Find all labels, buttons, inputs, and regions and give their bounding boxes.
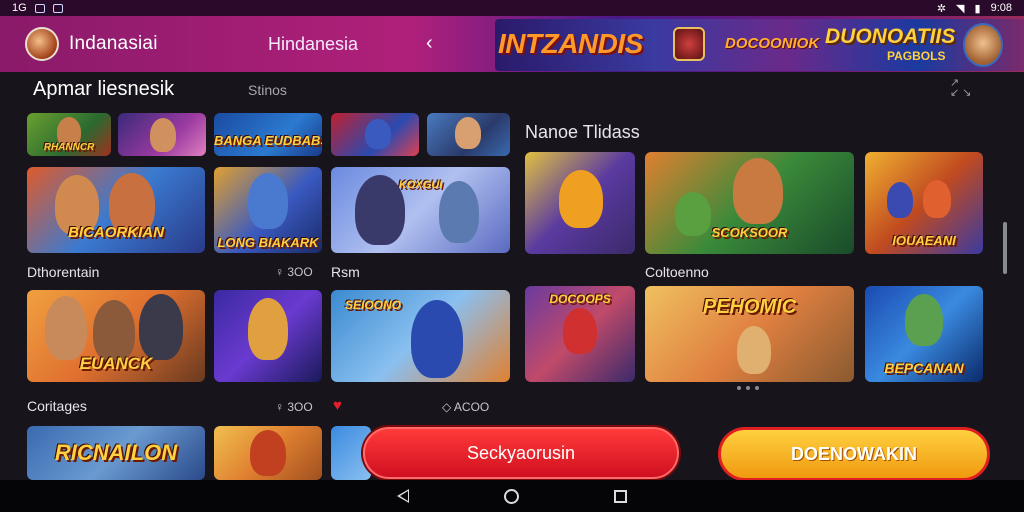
notification-icon	[34, 3, 45, 13]
character-figure	[248, 298, 288, 360]
chevron-left-icon[interactable]: ‹	[426, 32, 433, 55]
game-title: SCOKSOOR	[711, 225, 788, 240]
home-icon[interactable]	[504, 488, 519, 504]
game-tile[interactable]: EUANCK	[27, 290, 205, 382]
banner-title: INTZANDIS	[498, 28, 643, 59]
row-label: Coltoenno	[645, 264, 709, 280]
game-tile[interactable]: IOUAEANI	[865, 152, 983, 254]
banner-subtitle: DOCOONIOK	[725, 35, 820, 52]
status-bar: 1G ✲ ◥ ▮ 9:08	[0, 0, 1024, 16]
character-figure	[455, 117, 481, 149]
banner-right-subtitle: PAGBOLS	[887, 49, 946, 63]
download-button[interactable]: DOENOWAKIN	[718, 427, 990, 481]
back-icon[interactable]	[397, 489, 409, 503]
wifi-icon: ◥	[956, 2, 965, 15]
region-selector[interactable]: Hindanesia	[268, 34, 358, 55]
game-tile[interactable]	[525, 152, 635, 254]
game-tile[interactable]: KOXGUI	[331, 167, 510, 253]
avatar	[963, 23, 1003, 67]
character-figure	[905, 294, 943, 346]
row-meta: ♀ 3OO	[275, 265, 313, 279]
character-figure	[887, 182, 913, 218]
game-tile[interactable]	[331, 113, 419, 156]
banner-right-title: DUONOATIIS	[825, 25, 956, 48]
app-header: Indanasiai Hindanesia ‹ INTZANDIS DOCOON…	[0, 16, 1024, 72]
app-logo-icon[interactable]	[25, 27, 59, 61]
row-meta: ♀ 3OO	[275, 400, 313, 414]
settings-icon: ✲	[936, 2, 947, 15]
game-title: RICNAILON	[54, 440, 178, 465]
character-figure	[365, 119, 391, 149]
brand-name: Indanasiai	[69, 33, 158, 54]
game-tile[interactable]: LONG BIAKARK	[214, 167, 322, 253]
carousel-dots[interactable]	[737, 386, 759, 390]
character-figure	[248, 173, 288, 229]
game-title: BEPCANAN	[884, 360, 964, 376]
row-label: Coritages	[27, 398, 87, 414]
character-figure	[563, 308, 597, 354]
promo-banner[interactable]: INTZANDIS DOCOONIOK DUONOATIIS PAGBOLS	[495, 19, 1024, 71]
signal-text: 1G	[12, 2, 27, 14]
heart-icon[interactable]: ♥	[333, 397, 342, 414]
character-figure	[737, 326, 771, 374]
game-tile[interactable]	[118, 113, 206, 156]
section-subtitle[interactable]: Stinos	[248, 82, 287, 98]
character-figure	[139, 294, 183, 360]
notification-icon	[52, 3, 63, 13]
game-title: RHANNCR	[43, 142, 95, 153]
game-title: IOUAEANI	[892, 233, 956, 248]
section-title: Apmar liesnesik	[33, 78, 175, 100]
game-title: PEHOMIC	[702, 296, 797, 318]
game-title: EUANCK	[79, 354, 153, 373]
app-screen: 1G ✲ ◥ ▮ 9:08 Indanasiai Hindanesia ‹ IN…	[0, 0, 1024, 512]
scrollbar[interactable]	[1003, 222, 1007, 274]
system-nav-bar	[0, 480, 1024, 512]
game-tile[interactable]	[214, 426, 322, 480]
game-tile[interactable]: SCOKSOOR	[645, 152, 854, 254]
character-figure	[733, 158, 783, 224]
game-title: KOXGUI	[398, 179, 443, 191]
game-tile[interactable]: SEIOONO	[331, 290, 510, 382]
game-tile[interactable]: BICAORKIAN	[27, 167, 205, 253]
game-tile[interactable]: DOCOOPS	[525, 286, 635, 382]
clock: 9:08	[990, 2, 1012, 14]
game-title: LONG BIAKARK	[217, 236, 319, 249]
character-figure	[923, 180, 951, 218]
expand-icon[interactable]: ↗ ↙ ↘	[950, 78, 972, 99]
game-title: BICAORKIAN	[68, 224, 164, 241]
game-tile[interactable]: BEPCANAN	[865, 286, 983, 382]
row-label: Rsm	[331, 264, 360, 280]
character-figure	[250, 430, 286, 476]
game-tile[interactable]	[214, 290, 322, 382]
game-tile[interactable]: RICNAILON	[27, 426, 205, 480]
game-tile[interactable]: RHANNCR	[27, 113, 111, 156]
likes-count: ◇ ACOO	[442, 400, 490, 414]
character-figure	[45, 296, 87, 360]
character-figure	[93, 300, 135, 362]
side-section-title: Nanoe Tlidass	[525, 122, 640, 142]
recent-apps-icon[interactable]	[614, 489, 627, 503]
game-tile[interactable]: BANGA EUDBABS	[214, 113, 322, 156]
row-label: Dthorentain	[27, 264, 100, 280]
character-figure	[559, 170, 603, 228]
battery-icon: ▮	[974, 2, 981, 15]
game-title: BANGA EUDBABS	[214, 133, 322, 148]
character-figure	[150, 118, 176, 152]
game-badge-icon	[673, 27, 705, 61]
primary-action-button[interactable]: Seckyaorusin	[363, 427, 679, 479]
game-title: DOCOOPS	[549, 292, 611, 306]
game-title: SEIOONO	[345, 298, 402, 312]
game-tile[interactable]	[427, 113, 510, 156]
game-tile[interactable]: PEHOMIC	[645, 286, 854, 382]
